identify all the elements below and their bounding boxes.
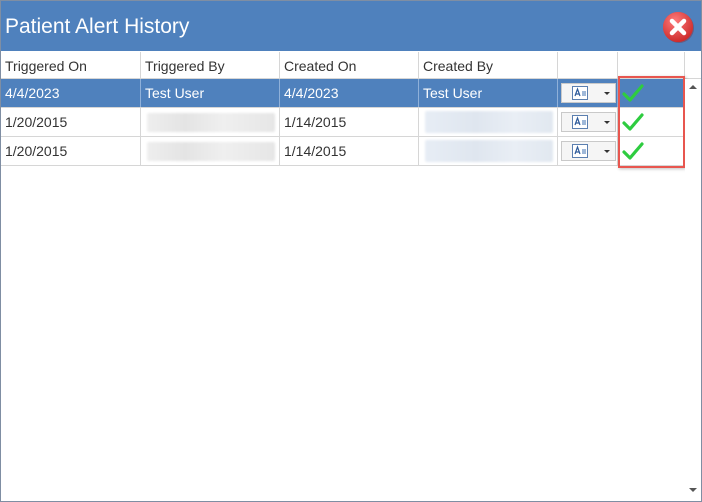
green-check-icon xyxy=(622,84,644,102)
created-on-cell: 1/14/2015 xyxy=(280,137,419,165)
created-on-cell: 1/14/2015 xyxy=(280,108,419,136)
created-on-cell: 4/4/2023 xyxy=(280,79,419,107)
close-button[interactable] xyxy=(661,10,695,44)
title-bar: Patient Alert History xyxy=(1,1,701,51)
redacted-name xyxy=(425,140,553,162)
triggered-on-cell: 1/20/2015 xyxy=(1,137,141,165)
table-row[interactable]: 4/4/2023 Test User 4/4/2023 Test User xyxy=(1,79,685,108)
actions-cell xyxy=(558,79,618,107)
redacted-name xyxy=(425,111,553,133)
triggered-on-cell: 1/20/2015 xyxy=(1,108,141,136)
triggered-by-cell xyxy=(141,108,280,136)
view-document-dropdown[interactable] xyxy=(561,141,616,161)
status-cell xyxy=(618,137,685,165)
chevron-down-icon xyxy=(604,150,610,153)
scroll-up-icon[interactable] xyxy=(688,82,698,92)
column-header-actions[interactable] xyxy=(558,52,618,78)
window-title: Patient Alert History xyxy=(5,15,190,38)
chevron-down-icon xyxy=(604,92,610,95)
column-header-status[interactable] xyxy=(618,52,685,78)
status-cell xyxy=(618,79,685,107)
status-cell xyxy=(618,108,685,136)
actions-cell xyxy=(558,108,618,136)
patient-alert-history-window: Patient Alert History Triggered On Trigg… xyxy=(0,0,702,502)
created-by-cell xyxy=(419,137,558,165)
close-icon xyxy=(663,12,694,43)
view-document-dropdown[interactable] xyxy=(561,83,616,103)
redacted-name xyxy=(147,113,275,132)
triggered-on-cell: 4/4/2023 xyxy=(1,79,141,107)
table-row[interactable]: 1/20/2015 1/14/2015 xyxy=(1,108,685,137)
actions-cell xyxy=(558,137,618,165)
vertical-scrollbar[interactable] xyxy=(685,79,701,501)
redacted-name xyxy=(147,142,275,161)
triggered-by-cell xyxy=(141,137,280,165)
column-header-triggered-by[interactable]: Triggered By xyxy=(141,52,280,78)
column-header-created-by[interactable]: Created By xyxy=(419,52,558,78)
green-check-icon xyxy=(622,142,644,160)
triggered-by-cell: Test User xyxy=(141,79,280,107)
document-view-icon xyxy=(572,115,588,129)
table-header: Triggered On Triggered By Created On Cre… xyxy=(1,52,701,79)
document-view-icon xyxy=(572,144,588,158)
alert-history-grid: Triggered On Triggered By Created On Cre… xyxy=(1,52,701,501)
chevron-down-icon xyxy=(604,121,610,124)
column-header-triggered-on[interactable]: Triggered On xyxy=(1,52,141,78)
table-row[interactable]: 1/20/2015 1/14/2015 xyxy=(1,137,685,166)
created-by-cell: Test User xyxy=(419,79,558,107)
created-by-cell xyxy=(419,108,558,136)
scroll-down-icon[interactable] xyxy=(688,485,698,495)
column-header-created-on[interactable]: Created On xyxy=(280,52,419,78)
green-check-icon xyxy=(622,113,644,131)
document-view-icon xyxy=(572,86,588,100)
view-document-dropdown[interactable] xyxy=(561,112,616,132)
